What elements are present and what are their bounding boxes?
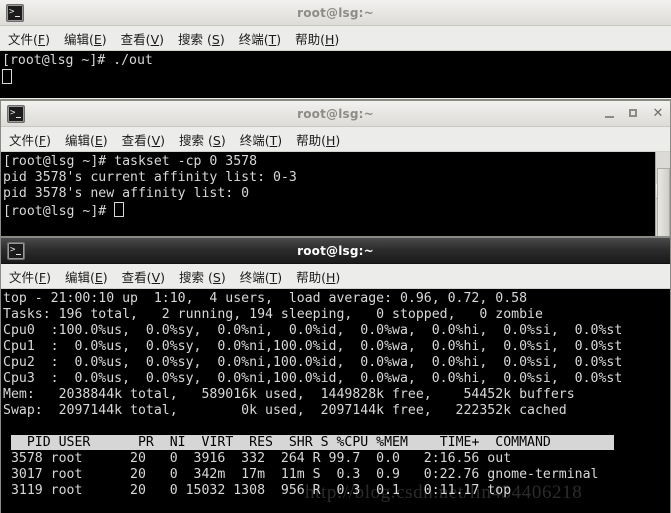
window-1-menubar[interactable]: 文件(F) 编辑(E) 查看(V) 搜索 (S) 终端(T) 帮助(H) (0, 26, 671, 51)
top-summary-line: top - 21:00:10 up 1:10, 4 users, load av… (3, 291, 528, 306)
scrollbar-thumb[interactable] (657, 168, 670, 236)
window-3-terminal-output[interactable]: top - 21:00:10 up 1:10, 4 users, load av… (1, 289, 670, 513)
menu-item-search[interactable]: 搜索 (S) (179, 265, 233, 288)
menu-item-terminal[interactable]: 终端(T) (240, 265, 289, 288)
terminal-line: [root@lsg ~]# ./out (2, 53, 153, 68)
window-3-title: root@lsg:~ (297, 243, 374, 258)
window-1-title: root@lsg:~ (297, 5, 374, 20)
window-2-titlebar[interactable]: root@lsg:~ ✕ (1, 101, 670, 127)
menu-item-search[interactable]: 搜索 (S) (178, 27, 232, 50)
table-row: 3017 root 20 0 342m 17m 11m S 0.3 0.9 0:… (3, 467, 599, 482)
menu-item-view[interactable]: 查看(V) (122, 128, 172, 151)
menu-item-edit[interactable]: 编辑(E) (64, 27, 114, 50)
terminal-line: [root@lsg ~]# taskset -cp 0 3578 (3, 154, 258, 169)
top-summary-line: Cpu0 :100.0%us, 0.0%sy, 0.0%ni, 0.0%id, … (3, 323, 623, 338)
terminal-window-1[interactable]: root@lsg:~ 文件(F) 编辑(E) 查看(V) 搜索 (S) 终端(T… (0, 0, 671, 100)
terminal-icon (6, 3, 24, 22)
maximize-button[interactable] (628, 108, 640, 120)
terminal-window-3[interactable]: root@lsg:~ 文件(F) 编辑(E) 查看(V) 搜索 (S) 终端(T… (0, 237, 671, 513)
table-row: 3578 root 20 0 3916 332 264 R 99.7 0.0 2… (3, 451, 512, 466)
menu-item-file[interactable]: 文件(F) (9, 265, 58, 288)
table-row: 3119 root 20 0 15032 1308 956 R 0.3 0.1 … (3, 483, 512, 498)
terminal-line: [root@lsg ~]# (3, 204, 115, 219)
terminal-cursor (2, 69, 12, 84)
top-summary-line: Cpu2 : 0.0%us, 0.0%sy, 0.0%ni,100.0%id, … (3, 355, 623, 370)
vertical-scrollbar[interactable] (655, 152, 670, 236)
menu-item-help[interactable]: 帮助(H) (296, 265, 347, 288)
window-2-menubar[interactable]: 文件(F) 编辑(E) 查看(V) 搜索 (S) 终端(T) 帮助(H) (1, 127, 670, 152)
window-2-title: root@lsg:~ (297, 106, 374, 121)
menu-item-terminal[interactable]: 终端(T) (239, 27, 288, 50)
terminal-line: pid 3578's current affinity list: 0-3 (3, 170, 297, 185)
top-summary-line: Tasks: 196 total, 2 running, 194 sleepin… (3, 307, 543, 322)
window-1-terminal-output[interactable]: [root@lsg ~]# ./out (0, 51, 671, 98)
menu-item-view[interactable]: 查看(V) (122, 265, 172, 288)
menu-item-edit[interactable]: 编辑(E) (65, 128, 115, 151)
menu-item-search[interactable]: 搜索 (S) (179, 128, 233, 151)
minimize-button[interactable] (604, 108, 616, 120)
menu-item-edit[interactable]: 编辑(E) (65, 265, 115, 288)
top-summary-line: Cpu3 : 0.0%us, 0.0%sy, 0.0%ni,100.0%id, … (3, 371, 623, 386)
menu-item-terminal[interactable]: 终端(T) (240, 128, 289, 151)
menu-item-help[interactable]: 帮助(H) (295, 27, 346, 50)
terminal-line: pid 3578's new affinity list: 0 (3, 186, 250, 201)
terminal-icon (7, 241, 25, 260)
top-summary-line: Cpu1 : 0.0%us, 0.0%sy, 0.0%ni,100.0%id, … (3, 339, 623, 354)
window-3-menubar[interactable]: 文件(F) 编辑(E) 查看(V) 搜索 (S) 终端(T) 帮助(H) (1, 264, 670, 289)
terminal-cursor (114, 202, 125, 217)
top-summary-line: Swap: 2097144k total, 0k used, 2097144k … (3, 403, 567, 418)
window-2-controls[interactable]: ✕ (604, 101, 664, 127)
window-2-terminal-output[interactable]: [root@lsg ~]# taskset -cp 0 3578 pid 357… (1, 152, 670, 236)
menu-item-file[interactable]: 文件(F) (8, 27, 57, 50)
desktop: root@lsg:~ 文件(F) 编辑(E) 查看(V) 搜索 (S) 终端(T… (0, 0, 671, 513)
menu-item-file[interactable]: 文件(F) (9, 128, 58, 151)
terminal-window-2[interactable]: root@lsg:~ ✕ 文件(F) 编辑(E) 查看(V) 搜索 (S) 终端… (0, 100, 671, 237)
menu-item-view[interactable]: 查看(V) (121, 27, 171, 50)
top-summary-line: Mem: 2038844k total, 589016k used, 14498… (3, 387, 575, 402)
process-table-header: PID USER PR NI VIRT RES SHR S %CPU %MEM … (3, 435, 615, 450)
window-1-titlebar[interactable]: root@lsg:~ (0, 0, 671, 26)
close-icon[interactable]: ✕ (652, 107, 664, 120)
terminal-icon (7, 104, 25, 123)
menu-item-help[interactable]: 帮助(H) (296, 128, 347, 151)
window-3-titlebar[interactable]: root@lsg:~ (1, 238, 670, 264)
